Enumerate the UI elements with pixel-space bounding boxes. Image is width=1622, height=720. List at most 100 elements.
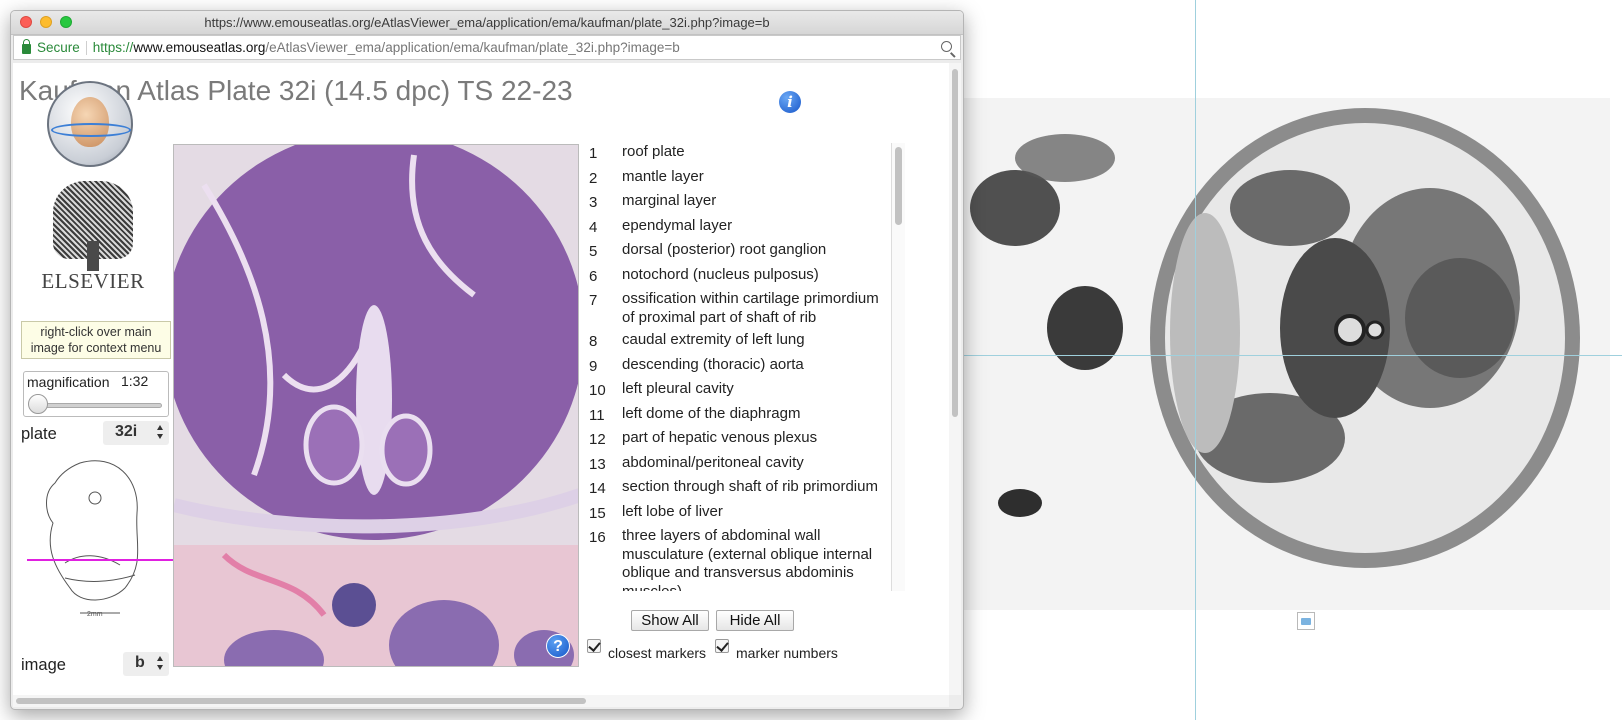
tree-trunk [87,241,99,271]
legend-term: left lobe of liver [622,502,723,520]
embryo-outline-drawing [46,460,139,614]
legend-term: caudal extremity of left lung [622,331,805,348]
legend-item[interactable]: 13 abdominal/peritoneal cavity [587,454,915,475]
legend-number: 1 [589,145,598,162]
closest-markers-checkbox[interactable] [587,639,601,653]
marker-numbers-checkbox[interactable] [715,639,729,653]
legend-item[interactable]: 9 descending (thoracic) aorta [587,356,915,377]
crosshair-horizontal[interactable] [960,355,1622,356]
legend-number: 3 [589,194,598,211]
legend-number: 4 [589,218,598,236]
plate-select-value: 32i [115,423,138,440]
page-vertical-scroll-thumb[interactable] [952,69,958,417]
legend-item[interactable]: 2 mantle layer [587,168,915,189]
legend-term: marginal layer [622,192,717,209]
magnification-value: 1:32 [121,373,149,389]
page-horizontal-scroll-thumb[interactable] [16,698,586,704]
secure-label: Secure [37,40,80,55]
legend-number: 2 [589,169,598,187]
legend-item[interactable]: 3 marginal layer [587,192,915,213]
emap-logo[interactable] [47,81,133,167]
help-icon[interactable]: ? [546,634,570,658]
url-scheme: https:// [92,40,134,55]
elsevier-wordmark: ELSEVIER [41,269,145,293]
image-label: image [21,656,66,674]
legend-number: 15 [589,504,606,522]
magnification-slider-track[interactable] [34,403,162,408]
legend-item[interactable]: 15 left lobe of liver [587,503,915,524]
legend-number: 5 [589,243,598,260]
legend-term: section through shaft of rib primordium [622,478,878,495]
legend-item[interactable]: 5 dorsal (posterior) root ganglion [587,241,915,262]
embryo-logo-icon [71,97,109,147]
legend-term: descending (thoracic) aorta [622,355,804,373]
url-path: /eAtlasViewer_ema/application/ema/kaufma… [265,40,680,55]
magnify-icon[interactable] [941,41,952,52]
legend-term: three layers of abdominal wall musculatu… [622,527,873,591]
address-bar[interactable]: Secure https:// www.emouseatlas.org /eAt… [13,35,961,60]
image-select[interactable]: b [123,652,169,676]
legend-number: 11 [589,406,605,424]
image-select-value: b [135,654,145,671]
magnification-label: magnification [27,374,110,390]
legend-number: 6 [589,267,598,285]
window-titlebar[interactable]: https://www.emouseatlas.org/eAtlasViewer… [11,11,963,35]
info-icon[interactable]: i [779,91,801,113]
legend-term: left pleural cavity [622,380,734,397]
updown-icon [157,656,164,670]
legend-number: 14 [589,480,606,497]
embryo-section-diagram[interactable]: 2mm [25,453,175,633]
scale-bar-label: 2mm [87,611,103,618]
legend-scroll-thumb[interactable] [895,147,902,225]
legend-item[interactable]: 1 roof plate [587,143,915,164]
legend-term: left dome of the diaphragm [622,404,801,422]
legend-number: 9 [589,357,598,375]
section-position-line[interactable] [27,559,173,561]
window-title: https://www.emouseatlas.org/eAtlasViewer… [204,15,770,30]
legend-number: 10 [589,382,606,399]
section-image-drawing [970,108,1580,568]
plate-label: plate [21,425,57,443]
browser-window: https://www.emouseatlas.org/eAtlasViewer… [10,10,964,710]
legend-term: part of hepatic venous plexus [622,429,818,446]
screen: https://www.emouseatlas.org/eAtlasViewer… [0,0,1622,720]
show-all-button[interactable]: Show All [631,610,709,631]
plate-select[interactable]: 32i [103,421,169,445]
legend-item[interactable]: 7 ossification within cartilage primordiu… [587,290,915,327]
crosshair-vertical[interactable] [1195,0,1196,720]
context-menu-hint: right-click over main image for context … [21,321,171,359]
page-vertical-scrollbar[interactable] [949,63,961,695]
elsevier-logo[interactable]: ELSEVIER [39,181,147,293]
legend-term: ependymal layer [622,216,733,234]
legend-item[interactable]: 11 left dome of the diaphragm [587,405,915,426]
magnification-slider-thumb[interactable] [28,394,48,414]
legend-item[interactable]: 16 three layers of abdominal wall muscula… [587,527,915,591]
legend-number: 8 [589,333,598,350]
address-separator [85,40,87,55]
histology-drawing [174,145,578,666]
legend-item[interactable]: 12 part of hepatic venous plexus [587,429,915,450]
legend-term: abdominal/peritoneal cavity [622,453,804,471]
legend-number: 7 [589,292,598,309]
main-histology-image[interactable]: ? [173,144,579,667]
magnification-control: magnification 1:32 [23,371,169,417]
legend-term: dorsal (posterior) root ganglion [622,241,827,258]
legend-scrollbar[interactable] [891,143,905,591]
legend-item[interactable]: 8 caudal extremity of left lung [587,331,915,352]
legend-term: ossification within cartilage primordium… [622,290,879,326]
legend-item[interactable]: 10 left pleural cavity [587,380,915,401]
broken-image-icon [1297,612,1315,630]
updown-icon [157,425,164,439]
legend-number: 16 [589,529,606,546]
background-section-image[interactable] [960,98,1610,610]
page-content: Kaufman Atlas Plate 32i (14.5 dpc) TS 22… [13,63,949,695]
page-horizontal-scrollbar[interactable] [13,695,949,707]
legend-term: mantle layer [622,167,704,185]
legend-number: 12 [589,431,606,448]
legend-item[interactable]: 4 ependymal layer [587,217,915,238]
closest-markers-label: closest markers [608,645,707,661]
hide-all-button[interactable]: Hide All [716,610,794,631]
legend-item[interactable]: 14 section through shaft of rib primordiu… [587,478,915,499]
legend-item[interactable]: 6 notochord (nucleus pulposus) [587,266,915,287]
anatomy-legend-list[interactable]: 1 roof plate 2 mantle layer 3 marginal laye… [587,143,915,591]
